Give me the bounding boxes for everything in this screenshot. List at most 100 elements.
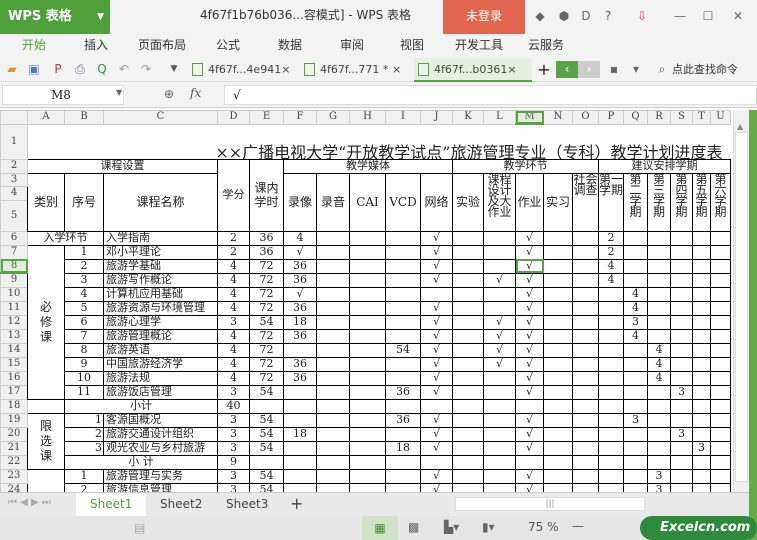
cell-U23[interactable] <box>710 468 731 484</box>
sheet-nav-icon[interactable]: ⏮ ◀ ▶ ⏭ <box>8 497 51 508</box>
cell-J11[interactable]: √ <box>420 300 453 316</box>
cell-R8[interactable] <box>647 258 671 274</box>
cell-P14[interactable] <box>598 342 624 358</box>
cell-L12[interactable]: √ <box>483 314 516 330</box>
cell-L8[interactable] <box>483 258 516 274</box>
cell-S18[interactable] <box>670 398 693 414</box>
dropdown-icon[interactable]: ▼ <box>166 61 182 78</box>
cell-C10[interactable]: 计算机应用基础 <box>103 286 218 302</box>
cell-N23[interactable] <box>543 468 573 484</box>
cell-K23[interactable] <box>452 468 484 484</box>
cell-P16[interactable] <box>598 370 624 386</box>
cell-C13[interactable]: 旅游管理概论 <box>103 328 218 344</box>
column-header-B[interactable]: B <box>64 110 104 125</box>
cell-E6[interactable]: 36 <box>249 230 284 246</box>
cell-G16[interactable] <box>316 370 350 386</box>
cell-D13[interactable]: 4 <box>217 328 250 344</box>
cell-G14[interactable] <box>316 342 350 358</box>
cell-S20[interactable]: 3 <box>670 426 693 442</box>
cell-H7[interactable] <box>349 244 386 260</box>
add-sheet-icon[interactable]: + <box>276 493 317 516</box>
cell-A23[interactable] <box>27 468 65 492</box>
cell-D22[interactable]: 9 <box>217 454 250 470</box>
cell-K18[interactable] <box>452 398 484 414</box>
cell-E24[interactable]: 54 <box>249 482 284 492</box>
cell-M19[interactable]: √ <box>515 412 544 428</box>
row-header-22[interactable]: 22 <box>0 454 28 470</box>
cell-R17[interactable] <box>647 384 671 400</box>
cell-D14[interactable]: 4 <box>217 342 250 358</box>
cell-S16[interactable] <box>670 370 693 386</box>
cell-E23[interactable]: 54 <box>249 468 284 484</box>
cell-O24[interactable] <box>572 482 599 492</box>
cell-K24[interactable] <box>452 482 484 492</box>
cell-S24[interactable] <box>670 482 693 492</box>
cell-F19[interactable] <box>283 412 317 428</box>
cell-J15[interactable]: √ <box>420 356 453 372</box>
cell-R14[interactable]: 4 <box>647 342 671 358</box>
cell-L10[interactable] <box>483 286 516 302</box>
cell-U15[interactable] <box>710 356 731 372</box>
cell-S17[interactable]: 3 <box>670 384 693 400</box>
cell-R24[interactable]: 3 <box>647 482 671 492</box>
cell-L20[interactable] <box>483 426 516 442</box>
row-header-11[interactable]: 11 <box>0 300 28 316</box>
header-O3[interactable]: 社会调查 <box>572 172 599 232</box>
cell-C12[interactable]: 旅游心理学 <box>103 314 218 330</box>
column-header-Q[interactable]: Q <box>623 110 648 125</box>
cell-I7[interactable] <box>385 244 421 260</box>
cell-M6[interactable]: √ <box>515 230 544 246</box>
cell-C19[interactable]: 客源国概况 <box>103 412 218 428</box>
cell-N22[interactable] <box>543 454 573 470</box>
cell-L13[interactable]: √ <box>483 328 516 344</box>
cell-E11[interactable]: 72 <box>249 300 284 316</box>
cell-G10[interactable] <box>316 286 350 302</box>
download-icon[interactable]: ⇩ <box>634 8 650 24</box>
vertical-scrollbar[interactable]: ▲ <box>733 110 749 492</box>
scrollbar-thumb[interactable] <box>735 132 748 482</box>
cell-T7[interactable] <box>692 244 711 260</box>
cell-T16[interactable] <box>692 370 711 386</box>
cell-E12[interactable]: 54 <box>249 314 284 330</box>
side-panel-handle[interactable] <box>749 110 757 540</box>
zoom-level[interactable]: 75 % <box>528 520 559 534</box>
cell-I15[interactable] <box>385 356 421 372</box>
cell-Q6[interactable] <box>623 230 648 246</box>
cell-U10[interactable] <box>710 286 731 302</box>
column-header-L[interactable]: L <box>483 110 516 125</box>
page-break-view-icon[interactable]: ▩ <box>408 520 419 534</box>
header-U3[interactable]: 第六学期 <box>710 172 731 232</box>
column-header-N[interactable]: N <box>543 110 573 125</box>
cell-R20[interactable] <box>647 426 671 442</box>
cell-F18[interactable] <box>283 398 317 414</box>
cell-C24[interactable]: 旅游信息管理 <box>103 482 218 492</box>
cell-O19[interactable] <box>572 412 599 428</box>
cell-I10[interactable] <box>385 286 421 302</box>
cell-U21[interactable] <box>710 440 731 456</box>
cell-S23[interactable] <box>670 468 693 484</box>
cell-M10[interactable]: √ <box>515 286 544 302</box>
cell-E9[interactable]: 72 <box>249 272 284 288</box>
cell-H6[interactable] <box>349 230 386 246</box>
cell-C11[interactable]: 旅游资源与环境管理 <box>103 300 218 316</box>
cell-T13[interactable] <box>692 328 711 344</box>
app-menu-button[interactable]: WPS 表格 ▼ <box>0 0 110 34</box>
cell-D18[interactable]: 40 <box>217 398 250 414</box>
cell-T12[interactable] <box>692 314 711 330</box>
cell-I21[interactable]: 18 <box>385 440 421 456</box>
cell-J23[interactable]: √ <box>420 468 453 484</box>
cell-U6[interactable] <box>710 230 731 246</box>
cell-T6[interactable] <box>692 230 711 246</box>
cell-H10[interactable] <box>349 286 386 302</box>
horizontal-scrollbar[interactable]: ||| <box>455 497 645 511</box>
cell-T22[interactable] <box>692 454 711 470</box>
cell-R6[interactable] <box>647 230 671 246</box>
cell-R12[interactable] <box>647 314 671 330</box>
cell-U8[interactable] <box>710 258 731 274</box>
cell-B15[interactable]: 9 <box>64 356 104 372</box>
zoom-out-button[interactable]: — <box>572 519 584 533</box>
cell-G15[interactable] <box>316 356 350 372</box>
close-tab-icon[interactable]: × <box>392 63 401 76</box>
cell-L15[interactable]: √ <box>483 356 516 372</box>
cell-G23[interactable] <box>316 468 350 484</box>
